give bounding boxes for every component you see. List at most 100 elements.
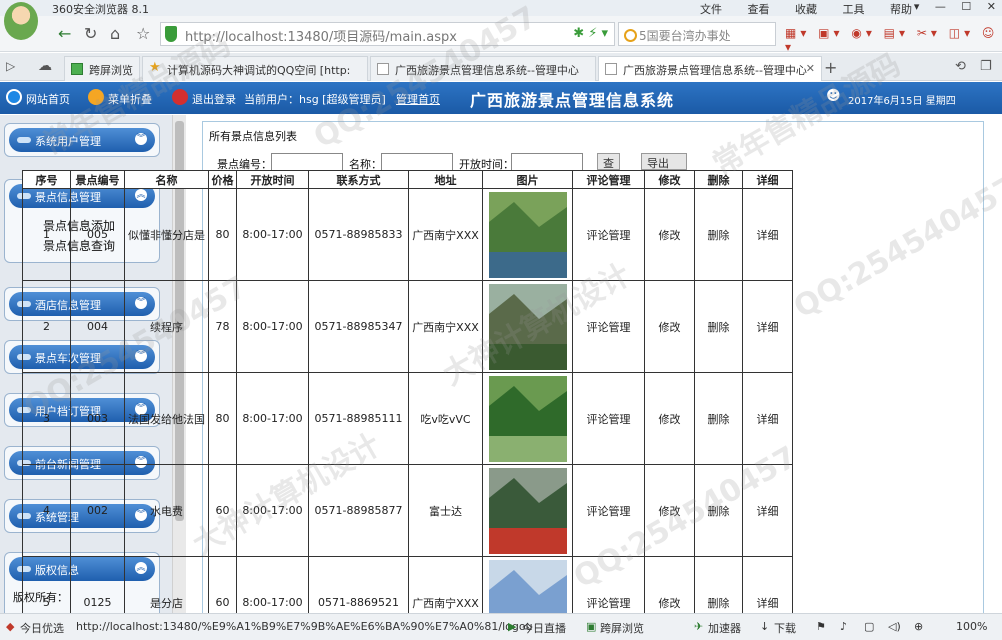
url-text: http://localhost:13480/项目源码/main.aspx (185, 30, 457, 45)
delete-link[interactable]: 删除 (694, 372, 743, 465)
comment-manage-link[interactable]: 评论管理 (572, 464, 645, 557)
home-link[interactable]: 网站首页 (26, 91, 70, 107)
cross-screen-icon: ▣ (586, 620, 597, 633)
spot-price: 80 (208, 372, 237, 465)
open-time: 8:00-17:00 (236, 464, 309, 557)
search-input[interactable]: 5国要台湾办事处 (618, 22, 776, 46)
tab-admin-active[interactable]: 广西旅游景点管理信息系统--管理中心 ✕ (598, 56, 822, 81)
spot-table: 序号 景点编号 名称 价格 开放时间 联系方式 地址 图片 评论管理 修改 删除… (22, 170, 793, 640)
open-time: 8:00-17:00 (236, 188, 309, 281)
spot-address: 广西南宁XXX (408, 280, 483, 373)
delete-link[interactable]: 删除 (694, 280, 743, 373)
back-icon[interactable]: ← (58, 24, 71, 43)
col-header: 价格 (208, 170, 237, 189)
minimize-icon[interactable]: — (935, 0, 946, 13)
speaker-icon[interactable]: ♪ (840, 620, 847, 633)
flag-icon[interactable]: ⚑ (816, 620, 826, 633)
cross-screen-icon (71, 63, 83, 75)
col-header: 序号 (22, 170, 71, 189)
toolbar-icons[interactable]: ▦▾ ▣▾ ◉▾ ▤▾ ✂▾ ◫▾ ☺▾ (785, 26, 1002, 54)
col-header: 图片 (482, 170, 573, 189)
spot-name-input[interactable] (381, 153, 453, 171)
maximize-icon[interactable]: ☐ (961, 0, 971, 13)
col-header: 地址 (408, 170, 483, 189)
spot-code-input[interactable] (271, 153, 343, 171)
detail-link[interactable]: 详细 (742, 372, 793, 465)
url-field[interactable]: http://localhost:13480/项目源码/main.aspx ✱ … (160, 22, 615, 46)
accelerator-icon: ✈ (694, 620, 704, 633)
menu-favorites[interactable]: 收藏 (795, 3, 817, 16)
logout-link[interactable]: 退出登录 (192, 91, 236, 107)
user-icon: ☻ (826, 88, 841, 104)
menu-view[interactable]: 查看 (748, 3, 770, 16)
table-row: 1 005 似懂非懂分店是 80 8:00-17:00 0571-88985833 广西南宁… (22, 188, 793, 281)
spot-name: 续程序 (124, 280, 209, 373)
menu-fold-link[interactable]: 菜单折叠 (108, 91, 152, 107)
app-header: 网站首页 菜单折叠 退出登录 当前用户：hsg [超级管理员] 管理首页 广西旅… (0, 82, 1002, 114)
spot-photo[interactable] (488, 283, 567, 370)
spot-code: 005 (70, 188, 125, 281)
tab-qq-space[interactable]: ★ 计算机源码大神调试的QQ空间 [http: (142, 56, 368, 81)
comment-manage-link[interactable]: 评论管理 (572, 372, 645, 465)
lightning-icon[interactable]: ✱ ⚡ ▾ (573, 26, 608, 41)
edit-link[interactable]: 修改 (644, 372, 695, 465)
cross-screen-link[interactable]: 跨屏浏览 (600, 620, 644, 636)
detail-link[interactable]: 详细 (742, 280, 793, 373)
cloud-icon[interactable]: ☁ (38, 58, 52, 74)
delete-link[interactable]: 删除 (694, 464, 743, 557)
zoom-icon[interactable]: ⊕ (914, 620, 923, 633)
close-icon[interactable]: ✕ (987, 0, 996, 13)
tab-close-icon[interactable]: ✕ (806, 62, 815, 75)
spot-photo-cell (482, 280, 573, 373)
comment-manage-link[interactable]: 评论管理 (572, 280, 645, 373)
open-time-input[interactable] (511, 153, 583, 171)
page-icon (605, 63, 617, 75)
panel-title: 所有景点信息列表 (209, 130, 297, 143)
skin-icon[interactable]: ▾ (914, 0, 920, 13)
spot-photo[interactable] (488, 467, 567, 554)
tab-cross-screen[interactable]: 跨屏浏览 (64, 56, 140, 81)
today-live-link[interactable]: 今日直播 (522, 620, 566, 636)
refresh-icon[interactable]: ↻ (84, 24, 97, 43)
table-row: 2 004 续程序 78 8:00-17:00 0571-88985347 广西南宁XXX 评… (22, 280, 793, 373)
menu-file[interactable]: 文件 (700, 3, 722, 16)
chevron-down-icon: ︾ (135, 133, 147, 145)
col-header: 修改 (644, 170, 695, 189)
restore-tab-icon[interactable]: ⟲ (955, 59, 966, 74)
spot-address: 吃v吃vVC (408, 372, 483, 465)
zoom-level[interactable]: 100% (956, 620, 987, 633)
edit-link[interactable]: 修改 (644, 280, 695, 373)
sidebar-head-users[interactable]: 系统用户管理 ︾ (9, 128, 155, 152)
menu-tools[interactable]: 工具 (843, 3, 865, 16)
spot-photo[interactable] (488, 191, 567, 278)
contact-phone: 0571-88985111 (308, 372, 409, 465)
delete-link[interactable]: 删除 (694, 188, 743, 281)
edit-link[interactable]: 修改 (644, 188, 695, 281)
admin-home-link[interactable]: 管理首页 (396, 91, 440, 107)
favorite-star-icon[interactable]: ☆ (136, 24, 150, 43)
spot-photo-cell (482, 188, 573, 281)
user-avatar[interactable] (4, 2, 38, 40)
sidebar-toggle-icon[interactable]: ▷ (6, 59, 15, 73)
accelerator-link[interactable]: 加速器 (708, 620, 741, 636)
volume-icon[interactable]: ◁) (888, 620, 901, 633)
tab-admin-1[interactable]: 广西旅游景点管理信息系统--管理中心 (370, 56, 596, 81)
search-button[interactable]: 查找 (597, 153, 620, 186)
home-icon[interactable]: ⌂ (110, 24, 120, 43)
window-icon[interactable]: ▢ (864, 620, 874, 633)
edit-link[interactable]: 修改 (644, 464, 695, 557)
today-pick-link[interactable]: 今日优选 (20, 620, 64, 636)
export-excel-button[interactable]: 导出EXCEL (641, 153, 688, 184)
tab-list-icon[interactable]: ❐ (980, 59, 992, 74)
download-link[interactable]: 下载 (774, 620, 796, 636)
comment-manage-link[interactable]: 评论管理 (572, 188, 645, 281)
table-row: 4 002 水电费 60 8:00-17:00 0571-88985877 富士达 评论管理修… (22, 464, 793, 557)
new-tab-icon[interactable]: + (824, 58, 837, 77)
spot-photo[interactable] (488, 375, 567, 462)
row-number: 1 (22, 188, 71, 281)
col-header: 开放时间 (236, 170, 309, 189)
detail-link[interactable]: 详细 (742, 188, 793, 281)
detail-link[interactable]: 详细 (742, 464, 793, 557)
browser-title-bar: 360安全浏览器 8.1 文件 查看 收藏 工具 帮助 ▾ — ☐ ✕ (0, 0, 1002, 16)
spot-price: 80 (208, 188, 237, 281)
